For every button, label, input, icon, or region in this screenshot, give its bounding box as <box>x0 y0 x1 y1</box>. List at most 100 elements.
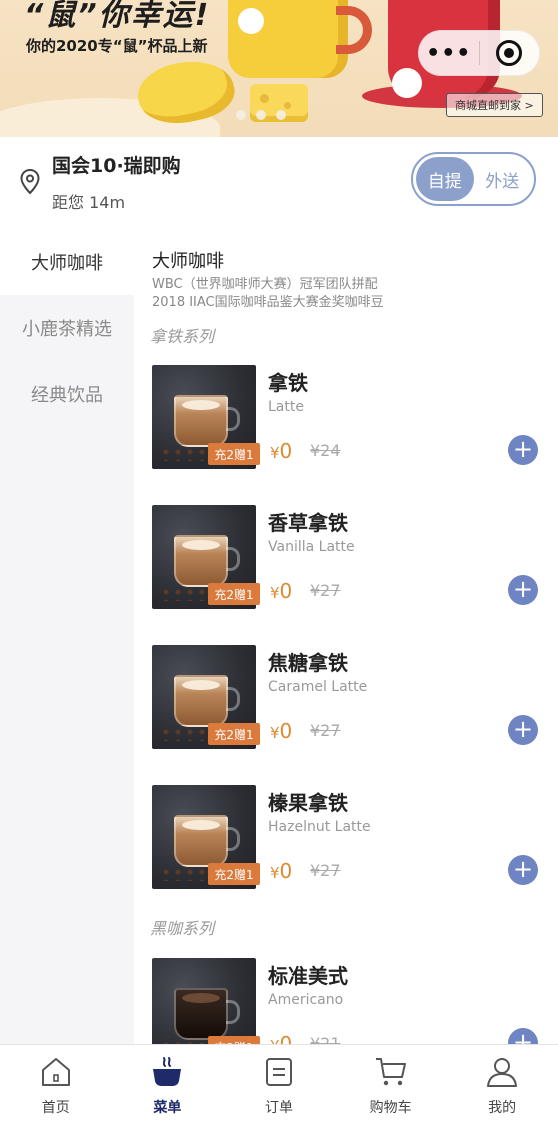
cart-icon <box>375 1058 406 1086</box>
add-to-cart-button[interactable]: + <box>508 715 538 745</box>
promo-badge: 充2赠1 <box>208 1036 260 1044</box>
mouse-figure-image <box>392 68 422 98</box>
tab-profile[interactable]: 我的 <box>446 1045 558 1122</box>
location-pin-icon <box>20 169 40 195</box>
more-menu-button[interactable]: ••• <box>419 41 479 66</box>
original-price: ¥27 <box>310 581 341 600</box>
promo-badge: 充2赠1 <box>208 583 260 605</box>
product-name: 标准美式 <box>268 964 348 988</box>
banner-subtitle: 你的2020专“鼠”杯品上新 <box>26 37 208 55</box>
series-heading-black-coffee: 黑咖系列 <box>150 919 215 938</box>
plus-icon: + <box>512 435 534 463</box>
store-bar: 国会10·瑞即购 距您 14m 自提 外送 <box>0 137 558 229</box>
coffee-cup-icon <box>153 1057 182 1086</box>
tab-label: 菜单 <box>153 1100 182 1116</box>
currency-symbol: ¥ <box>270 724 280 742</box>
banner-title: “鼠”你幸运! <box>24 0 211 33</box>
section-desc-line: 2018 IIAC国际咖啡品鉴大赛金奖咖啡豆 <box>152 295 384 310</box>
original-price: ¥24 <box>310 441 341 460</box>
product-english-name: Vanilla Latte <box>268 539 355 555</box>
tab-label: 订单 <box>264 1100 293 1116</box>
carousel-dot[interactable] <box>276 110 286 120</box>
product-item-caramel-latte[interactable]: 充2赠1 焦糖拿铁 Caramel Latte ¥0 ¥27 + <box>134 645 558 751</box>
close-miniprogram-button[interactable] <box>479 40 539 66</box>
carousel-dot[interactable] <box>256 110 266 120</box>
product-english-name: Americano <box>268 992 344 1008</box>
currency-symbol: ¥ <box>270 864 280 882</box>
price-value: 0 <box>279 859 293 883</box>
section-title: 大师咖啡 <box>152 251 224 272</box>
product-name: 拿铁 <box>268 371 308 395</box>
price-value: 0 <box>279 439 293 463</box>
pickup-option[interactable]: 自提 <box>416 157 474 201</box>
tab-orders[interactable]: 订单 <box>223 1045 335 1122</box>
add-to-cart-button[interactable]: + <box>508 575 538 605</box>
miniprogram-capsule: ••• <box>418 30 540 76</box>
price-value: 0 <box>279 579 293 603</box>
product-name: 焦糖拿铁 <box>268 651 348 675</box>
promo-banner[interactable]: “鼠”你幸运! 你的2020专“鼠”杯品上新 ••• 商城直邮到家 > <box>0 0 558 137</box>
delivery-mode-toggle: 自提 外送 <box>411 152 536 206</box>
currency-symbol: ¥ <box>270 584 280 602</box>
product-english-name: Hazelnut Latte <box>268 819 371 835</box>
category-sidebar: 大师咖啡 小鹿茶精选 经典饮品 <box>0 229 134 1044</box>
product-price: ¥0 <box>270 1032 292 1044</box>
category-item-classic-drinks[interactable]: 经典饮品 <box>0 361 134 427</box>
tab-label: 首页 <box>41 1100 70 1116</box>
home-icon <box>41 1058 70 1086</box>
product-english-name: Latte <box>268 399 304 415</box>
promo-badge: 充2赠1 <box>208 863 260 885</box>
plus-icon: + <box>512 575 534 603</box>
section-description: WBC（世界咖啡师大赛）冠军团队拼配 2018 IIAC国际咖啡品鉴大赛金奖咖啡… <box>152 276 384 312</box>
yellow-mug-handle-image <box>336 6 372 54</box>
product-item-americano[interactable]: 充2赠1 标准美式 Americano ¥0 ¥21 + <box>134 958 558 1044</box>
price-value: 0 <box>279 719 293 743</box>
product-english-name: Caramel Latte <box>268 679 368 695</box>
promo-badge: 充2赠1 <box>208 443 260 465</box>
product-item-vanilla-latte[interactable]: 充2赠1 香草拿铁 Vanilla Latte ¥0 ¥27 + <box>134 505 558 611</box>
tab-home[interactable]: 首页 <box>0 1045 112 1122</box>
product-item-hazelnut-latte[interactable]: 充2赠1 榛果拿铁 Hazelnut Latte ¥0 ¥27 + <box>134 785 558 891</box>
profile-icon <box>487 1058 518 1087</box>
category-item-tea[interactable]: 小鹿茶精选 <box>0 295 134 361</box>
currency-symbol: ¥ <box>270 444 280 462</box>
original-price: ¥27 <box>310 861 341 880</box>
order-icon <box>265 1058 292 1086</box>
plus-icon: + <box>512 1028 534 1044</box>
carousel-dot[interactable] <box>236 110 246 120</box>
delivery-option[interactable]: 外送 <box>474 157 532 201</box>
tab-label: 购物车 <box>369 1100 412 1116</box>
currency-symbol: ¥ <box>270 1037 280 1044</box>
product-price: ¥0 <box>270 439 292 463</box>
product-item-latte[interactable]: 充2赠1 拿铁 Latte ¥0 ¥24 + <box>134 365 558 471</box>
store-name[interactable]: 国会10·瑞即购 <box>52 151 181 178</box>
add-to-cart-button[interactable]: + <box>508 435 538 465</box>
product-name: 榛果拿铁 <box>268 791 348 815</box>
store-distance: 距您 14m <box>52 193 126 212</box>
carousel-indicator <box>236 110 286 120</box>
mall-delivery-link[interactable]: 商城直邮到家 > <box>446 93 543 117</box>
plus-icon: + <box>512 715 534 743</box>
add-to-cart-button[interactable]: + <box>508 855 538 885</box>
add-to-cart-button[interactable]: + <box>508 1028 538 1044</box>
promo-badge: 充2赠1 <box>208 723 260 745</box>
section-desc-line: WBC（世界咖啡师大赛）冠军团队拼配 <box>152 277 378 292</box>
original-price: ¥21 <box>310 1034 341 1044</box>
product-price: ¥0 <box>270 579 292 603</box>
tab-menu[interactable]: 菜单 <box>112 1045 224 1122</box>
product-image[interactable] <box>152 958 256 1044</box>
series-heading-latte: 拿铁系列 <box>150 327 215 346</box>
tab-label: 我的 <box>488 1100 517 1116</box>
product-list: 大师咖啡 WBC（世界咖啡师大赛）冠军团队拼配 2018 IIAC国际咖啡品鉴大… <box>134 229 558 1044</box>
price-value: 0 <box>279 1032 293 1044</box>
category-item-master-coffee[interactable]: 大师咖啡 <box>0 229 134 295</box>
plus-icon: + <box>512 855 534 883</box>
target-icon <box>496 40 523 66</box>
original-price: ¥27 <box>310 721 341 740</box>
product-name: 香草拿铁 <box>268 511 348 535</box>
product-price: ¥0 <box>270 719 292 743</box>
mouse-figure-image <box>238 8 264 34</box>
tab-cart[interactable]: 购物车 <box>335 1045 447 1122</box>
product-price: ¥0 <box>270 859 292 883</box>
bottom-tab-bar: 首页 菜单 订单 购物车 我的 <box>0 1044 558 1122</box>
